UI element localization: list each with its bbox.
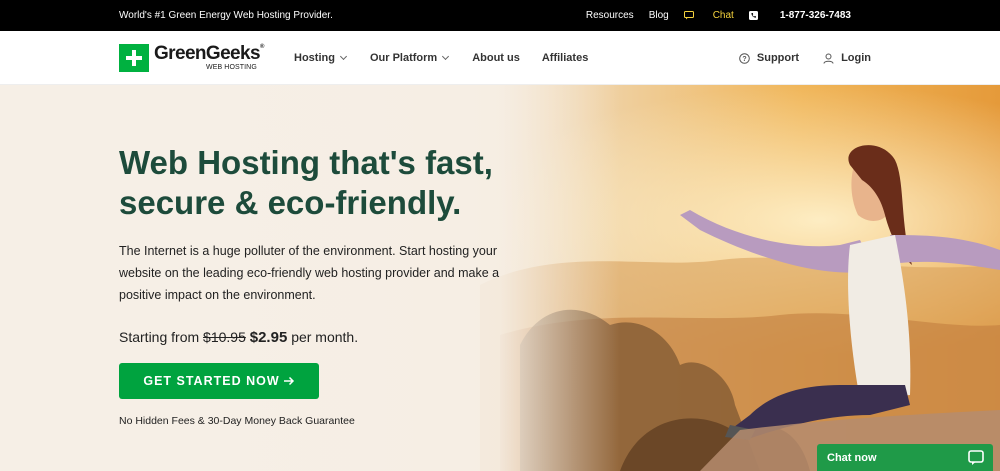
phone-icon <box>748 11 758 20</box>
pricing-line: Starting from $10.95 $2.95 per month. <box>119 329 358 346</box>
chat-bubble-icon <box>968 449 984 465</box>
nav-menu: Hosting Our Platform About us Affiliates <box>294 52 610 64</box>
price-prefix: Starting from <box>119 329 200 345</box>
main-nav: GreenGeeks® WEB HOSTING Hosting Our Plat… <box>0 31 1000 85</box>
blog-link[interactable]: Blog <box>649 10 669 21</box>
new-price: $2.95 <box>249 329 288 346</box>
get-started-button[interactable]: GET STARTED NOW <box>119 363 319 399</box>
arrow-right-icon <box>283 376 294 386</box>
old-price: $10.95 <box>203 329 246 345</box>
nav-item-about-us[interactable]: About us <box>472 52 520 64</box>
chat-link-label: Chat <box>712 10 734 21</box>
nav-item-label: Hosting <box>294 52 335 64</box>
hero-headline: Web Hosting that's fast, secure & eco-fr… <box>119 144 493 221</box>
resources-link[interactable]: Resources <box>586 10 634 21</box>
guarantee-text: No Hidden Fees & 30-Day Money Back Guara… <box>119 415 355 427</box>
nav-item-affiliates[interactable]: Affiliates <box>542 52 588 64</box>
chat-link[interactable]: Chat <box>683 10 734 21</box>
chevron-down-icon <box>339 52 347 61</box>
logo-plus-icon <box>119 44 149 72</box>
chevron-down-icon <box>442 52 450 61</box>
help-circle-icon: ? <box>739 52 750 64</box>
phone-link[interactable]: 1-877-326-7483 <box>748 10 851 21</box>
tagline: World's #1 Green Energy Web Hosting Prov… <box>119 10 333 21</box>
chat-bubble-icon <box>683 11 694 20</box>
chat-now-label: Chat now <box>827 451 877 464</box>
nav-item-our-platform[interactable]: Our Platform <box>369 52 450 64</box>
chat-now-widget[interactable]: Chat now <box>817 444 993 471</box>
svg-text:?: ? <box>742 56 746 63</box>
hero-section: Web Hosting that's fast, secure & eco-fr… <box>0 85 1000 471</box>
support-label: Support <box>756 52 800 64</box>
logo-subtitle: WEB HOSTING <box>206 64 257 71</box>
nav-right: ? Support Login <box>715 52 871 64</box>
greengeeks-logo[interactable]: GreenGeeks® WEB HOSTING <box>119 44 264 72</box>
price-suffix: per month. <box>291 329 359 345</box>
nav-item-label: Our Platform <box>369 52 438 64</box>
nav-item-label: About us <box>472 52 520 64</box>
phone-number: 1-877-326-7483 <box>779 10 851 21</box>
support-link[interactable]: ? Support <box>739 52 799 64</box>
login-link[interactable]: Login <box>823 52 871 64</box>
top-links: Resources Blog Chat 1-877-326-7483 <box>571 10 851 21</box>
user-icon <box>823 53 834 64</box>
nav-item-hosting[interactable]: Hosting <box>294 52 347 64</box>
hero-description: The Internet is a huge polluter of the e… <box>119 244 500 302</box>
logo-name: GreenGeeks® <box>154 43 264 64</box>
nav-item-label: Affiliates <box>541 52 589 64</box>
top-bar: World's #1 Green Energy Web Hosting Prov… <box>0 0 1000 31</box>
login-label: Login <box>841 52 871 64</box>
get-started-label: GET STARTED NOW <box>143 374 280 388</box>
